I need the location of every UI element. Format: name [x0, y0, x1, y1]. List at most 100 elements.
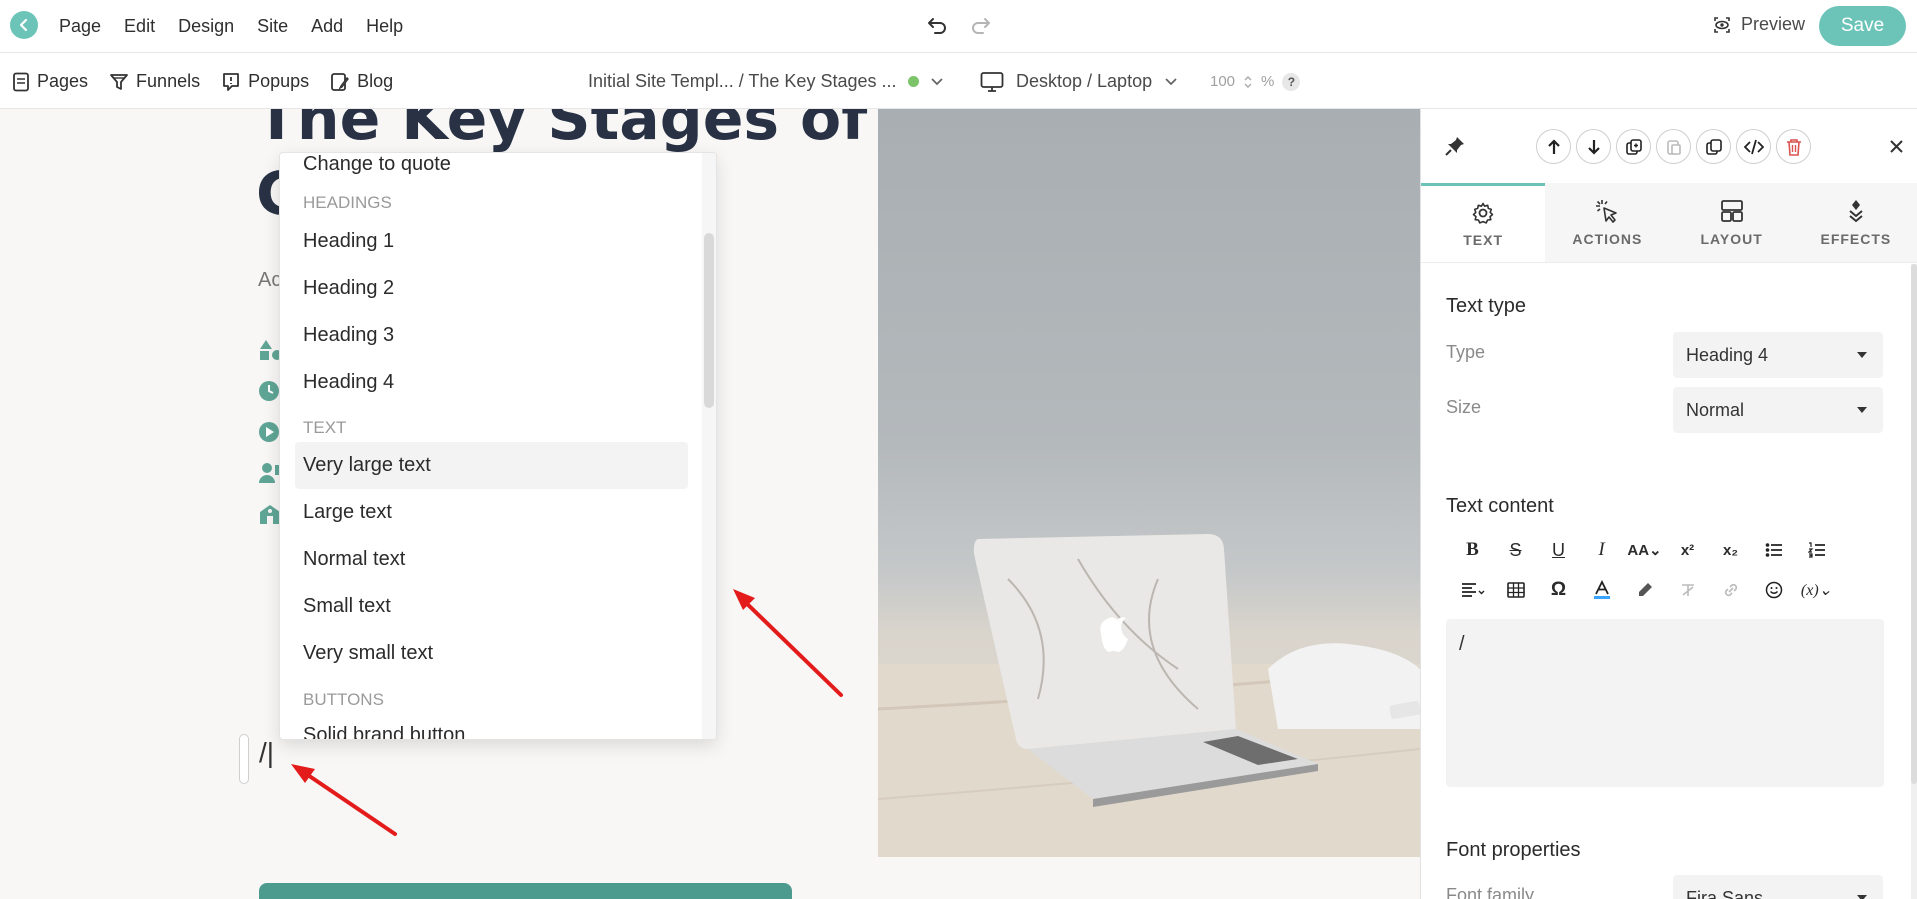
delete-button[interactable] — [1776, 129, 1811, 164]
menu-item-heading-4[interactable]: Heading 4 — [295, 359, 688, 406]
font-family-select[interactable]: Fira Sans — [1673, 875, 1883, 899]
close-icon[interactable] — [1889, 139, 1904, 154]
laptop-on-desk-image — [878, 534, 1420, 857]
text-color-icon[interactable] — [1580, 575, 1623, 605]
duplicate-icon — [1625, 138, 1642, 155]
nav-blog[interactable]: Blog — [330, 71, 393, 92]
bold-icon[interactable]: B — [1451, 535, 1494, 565]
preview-button[interactable]: Preview — [1712, 14, 1805, 35]
drag-handle[interactable] — [239, 734, 249, 784]
menu-item-heading-1[interactable]: Heading 1 — [295, 218, 688, 265]
font-family-label: Font family — [1446, 885, 1535, 899]
highlight-icon[interactable] — [1623, 575, 1666, 605]
tab-text-label: TEXT — [1463, 231, 1504, 248]
zoom-input[interactable]: 100 — [1210, 73, 1235, 90]
rte-toolbar-row-1: B S U I AA⌄ x² x₂ — [1451, 535, 1838, 565]
duplicate-button[interactable] — [1616, 129, 1651, 164]
special-character-icon[interactable]: Ω — [1537, 575, 1580, 605]
page-breadcrumb[interactable]: Initial Site Templ... / The Key Stages .… — [588, 54, 944, 109]
table-icon[interactable] — [1494, 575, 1537, 605]
variable-icon[interactable]: (x)⌄ — [1795, 575, 1838, 605]
help-icon[interactable]: ? — [1282, 72, 1301, 91]
section-header-buttons: BUTTONS — [303, 690, 384, 709]
preview-label: Preview — [1741, 14, 1806, 34]
tab-effects[interactable]: EFFECTS — [1793, 183, 1917, 262]
back-button[interactable] — [10, 11, 38, 39]
tab-layout[interactable]: LAYOUT — [1669, 183, 1794, 262]
section-header-headings: HEADINGS — [303, 193, 392, 212]
underline-icon[interactable]: U — [1537, 535, 1580, 565]
type-select[interactable]: Heading 4 — [1673, 332, 1883, 378]
menu-item-solid-brand-button[interactable]: Solid brand button — [295, 712, 688, 739]
menu-item-very-large-text[interactable]: Very large text — [295, 442, 688, 489]
link-icon[interactable] — [1709, 575, 1752, 605]
pin-icon[interactable] — [1444, 135, 1466, 157]
panel-scrollbar[interactable] — [1911, 264, 1917, 784]
status-dot — [907, 76, 919, 87]
tab-actions-label: ACTIONS — [1572, 231, 1643, 247]
menu-item-heading-3[interactable]: Heading 3 — [295, 312, 688, 359]
clear-formatting-icon[interactable] — [1666, 575, 1709, 605]
code-button[interactable] — [1736, 129, 1771, 164]
menu-item-very-small-text[interactable]: Very small text — [295, 630, 688, 677]
panel-tabs: TEXT ACTIONS LAYOUT EFFECTS — [1421, 183, 1917, 263]
tab-actions[interactable]: ACTIONS — [1545, 183, 1670, 262]
tab-text[interactable]: TEXT — [1421, 183, 1546, 262]
page-heading[interactable]: The Key Stages of — [256, 109, 867, 155]
nav-funnels[interactable]: Funnels — [109, 71, 200, 92]
menu-page[interactable]: Page — [59, 16, 101, 37]
italic-icon[interactable]: I — [1580, 535, 1623, 565]
menu-add[interactable]: Add — [311, 16, 343, 37]
layout-icon — [1720, 200, 1743, 222]
device-selector[interactable]: Desktop / Laptop — [980, 54, 1178, 109]
stepper-icon[interactable] — [1243, 74, 1253, 90]
paste-button[interactable] — [1656, 129, 1691, 164]
menu-site[interactable]: Site — [257, 16, 288, 37]
save-button[interactable]: Save — [1819, 6, 1906, 46]
move-down-button[interactable] — [1576, 129, 1611, 164]
hero-image[interactable] — [878, 109, 1420, 857]
menu-item-change-to-quote[interactable]: Change to quote — [295, 153, 688, 188]
font-size-icon[interactable]: AA⌄ — [1623, 535, 1666, 565]
section-header-text: TEXT — [303, 418, 347, 437]
trash-icon — [1786, 138, 1801, 156]
menu-design[interactable]: Design — [178, 16, 234, 37]
page-subtext[interactable]: Ac — [258, 269, 281, 292]
paste-icon — [1666, 139, 1681, 155]
redo-icon[interactable] — [970, 14, 992, 36]
menu-item-small-text[interactable]: Small text — [295, 583, 688, 630]
numbered-list-icon[interactable] — [1795, 535, 1838, 565]
page-icon — [13, 72, 29, 91]
bullet-list-icon[interactable] — [1752, 535, 1795, 565]
menu-edit[interactable]: Edit — [124, 16, 155, 37]
desktop-icon — [980, 71, 1004, 92]
top-menubar: Page Edit Design Site Add Help Preview S… — [0, 0, 1917, 53]
menu-item-normal-text[interactable]: Normal text — [295, 536, 688, 583]
editing-text-block[interactable]: /| — [259, 737, 274, 769]
emoji-icon[interactable] — [1752, 575, 1795, 605]
nav-pages[interactable]: Pages — [12, 71, 88, 92]
subscript-icon[interactable]: x₂ — [1709, 535, 1752, 565]
align-left-icon[interactable] — [1451, 575, 1494, 605]
arrow-up-icon — [1547, 138, 1560, 154]
nav-blog-label: Blog — [357, 71, 394, 91]
move-up-button[interactable] — [1536, 129, 1571, 164]
tab-layout-label: LAYOUT — [1700, 231, 1763, 247]
menu-item-heading-2[interactable]: Heading 2 — [295, 265, 688, 312]
superscript-icon[interactable]: x² — [1666, 535, 1709, 565]
cta-button-block[interactable] — [259, 883, 792, 899]
nav-funnels-label: Funnels — [136, 71, 201, 91]
menu-help[interactable]: Help — [366, 16, 403, 37]
copy-icon — [1705, 138, 1722, 155]
menu-item-large-text[interactable]: Large text — [295, 489, 688, 536]
rte-toolbar-row-2: Ω (x)⌄ — [1451, 575, 1838, 605]
undo-icon[interactable] — [926, 14, 948, 36]
nav-popups[interactable]: Popups — [221, 71, 309, 92]
type-label: Type — [1446, 342, 1486, 362]
text-content-editor[interactable]: / — [1446, 619, 1884, 787]
dropdown-scrollbar[interactable] — [704, 233, 714, 408]
size-select[interactable]: Normal — [1673, 387, 1883, 433]
strikethrough-icon[interactable]: S — [1494, 535, 1537, 565]
copy-button[interactable] — [1696, 129, 1731, 164]
chevron-left-icon — [19, 18, 28, 32]
